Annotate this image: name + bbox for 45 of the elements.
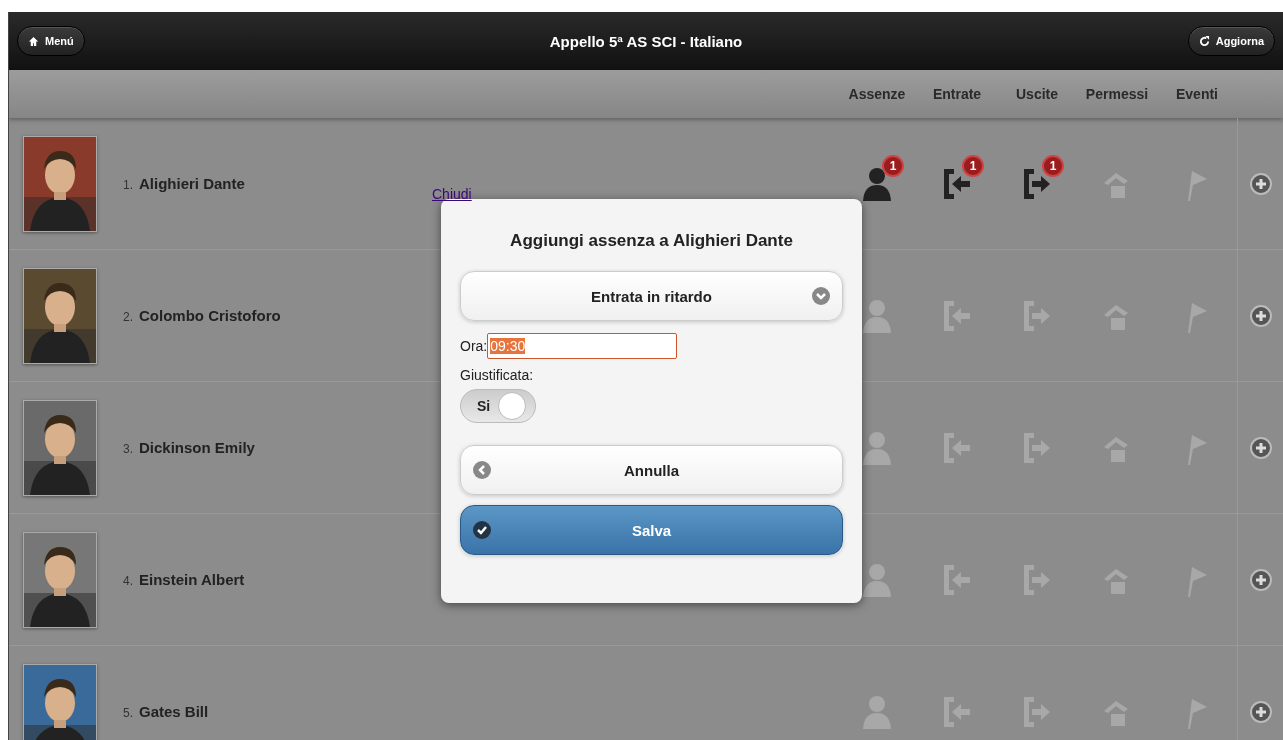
chevron-down-icon xyxy=(812,287,830,305)
person-icon[interactable] xyxy=(862,562,892,597)
door-arrow-in-icon[interactable] xyxy=(942,166,972,201)
home-icon xyxy=(28,35,39,47)
person-icon[interactable] xyxy=(862,166,892,201)
student-name: Alighieri Dante xyxy=(139,175,245,192)
add-icon[interactable] xyxy=(1249,172,1272,195)
dialog-title: Aggiungi assenza a Alighieri Dante xyxy=(509,231,794,251)
type-select[interactable]: Entrata in ritardo xyxy=(460,271,843,321)
row-number: 2. xyxy=(123,310,133,324)
column-header: Assenze xyxy=(847,86,907,102)
save-button[interactable]: Salva xyxy=(460,505,843,555)
add-icon[interactable] xyxy=(1249,436,1272,459)
add-icon[interactable] xyxy=(1249,568,1272,591)
page-title: Appello 5ª AS SCI - Italiano xyxy=(549,32,743,50)
toggle-switch[interactable]: Si xyxy=(460,389,536,423)
refresh-button[interactable]: Aggiorna xyxy=(1187,26,1275,56)
cancel-button[interactable]: Annulla xyxy=(460,445,843,495)
student-name: Colombo Cristoforo xyxy=(139,307,281,324)
column-header: Uscite xyxy=(1015,86,1059,102)
person-icon[interactable] xyxy=(862,430,892,465)
chevron-left-icon xyxy=(473,461,491,479)
row-number: 3. xyxy=(123,442,133,456)
count-badge: 1 xyxy=(1042,154,1064,177)
time-label: Ora: xyxy=(460,338,488,354)
row-number: 1. xyxy=(123,178,133,192)
column-header: Eventi xyxy=(1175,86,1219,102)
row-number: 5. xyxy=(123,706,133,720)
refresh-icon xyxy=(1198,35,1210,47)
menu-button[interactable]: Menú xyxy=(17,26,85,56)
student-name: Gates Bill xyxy=(139,703,209,720)
add-icon[interactable] xyxy=(1249,304,1272,327)
count-badge: 1 xyxy=(882,154,904,177)
justified-label: Giustificata: xyxy=(460,367,535,383)
close-link[interactable]: Chiudi xyxy=(432,186,472,202)
student-name: Einstein Albert xyxy=(139,571,245,588)
student-name: Dickinson Emily xyxy=(139,439,255,456)
door-arrow-out-icon[interactable] xyxy=(1022,166,1052,201)
row-number: 4. xyxy=(123,574,133,588)
check-icon xyxy=(473,521,491,539)
column-header: Permessi xyxy=(1084,86,1150,102)
add-icon[interactable] xyxy=(1249,700,1272,723)
person-icon[interactable] xyxy=(862,298,892,333)
column-header: Entrate xyxy=(931,86,983,102)
count-badge: 1 xyxy=(962,154,984,177)
